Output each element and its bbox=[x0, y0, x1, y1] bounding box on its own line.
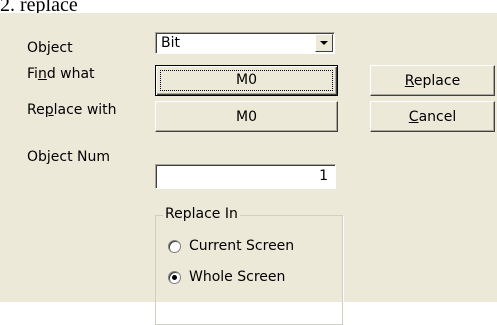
radio-current-screen[interactable]: Current Screen bbox=[168, 238, 294, 254]
radio-current-screen-label: Current Screen bbox=[189, 238, 295, 254]
object-combobox[interactable]: Bit bbox=[155, 32, 335, 54]
replace-in-groupbox: Replace In Current Screen Whole Screen bbox=[155, 206, 343, 325]
combobox-dropdown-button[interactable] bbox=[315, 34, 333, 52]
replace-button-label: Replace bbox=[371, 73, 494, 89]
cancel-button-label: Cancel bbox=[371, 109, 494, 125]
replace-button-accel: R bbox=[404, 73, 414, 89]
replace-dialog: Object Bit Find what M0 Replace with M0 … bbox=[0, 13, 497, 325]
find-what-label: Find what bbox=[27, 66, 95, 82]
object-num-label: Object Num bbox=[27, 149, 111, 165]
replace-with-label-accel: p bbox=[44, 102, 54, 118]
object-label: Object bbox=[27, 40, 73, 56]
replace-with-label-part: lace with bbox=[53, 102, 117, 118]
radio-button-checked-icon[interactable] bbox=[168, 270, 181, 284]
replace-with-button[interactable]: M0 bbox=[155, 101, 338, 132]
replace-button-text: eplace bbox=[413, 73, 461, 89]
object-combobox-value: Bit bbox=[161, 35, 180, 51]
radio-button-icon[interactable] bbox=[168, 239, 181, 253]
replace-button[interactable]: Replace bbox=[370, 65, 495, 96]
replace-in-title: Replace In bbox=[163, 206, 240, 222]
replace-with-label-part: Re bbox=[27, 102, 45, 118]
find-what-button[interactable]: M0 bbox=[155, 65, 338, 96]
find-what-label-accel: n bbox=[37, 66, 47, 82]
replace-with-label: Replace with bbox=[27, 102, 117, 118]
replace-with-value: M0 bbox=[236, 109, 257, 125]
radio-whole-screen-label: Whole Screen bbox=[189, 269, 286, 285]
object-num-input[interactable]: 1 bbox=[155, 164, 336, 189]
cancel-button-text: ancel bbox=[418, 109, 457, 125]
chevron-down-icon bbox=[320, 41, 328, 45]
cancel-button-accel: C bbox=[408, 109, 419, 125]
cancel-button[interactable]: Cancel bbox=[370, 101, 495, 132]
find-what-label-part: d what bbox=[46, 66, 95, 82]
object-num-value: 1 bbox=[319, 168, 328, 184]
radio-whole-screen[interactable]: Whole Screen bbox=[168, 269, 285, 285]
find-what-value: M0 bbox=[236, 72, 257, 88]
find-what-label-part: Fi bbox=[27, 66, 38, 82]
